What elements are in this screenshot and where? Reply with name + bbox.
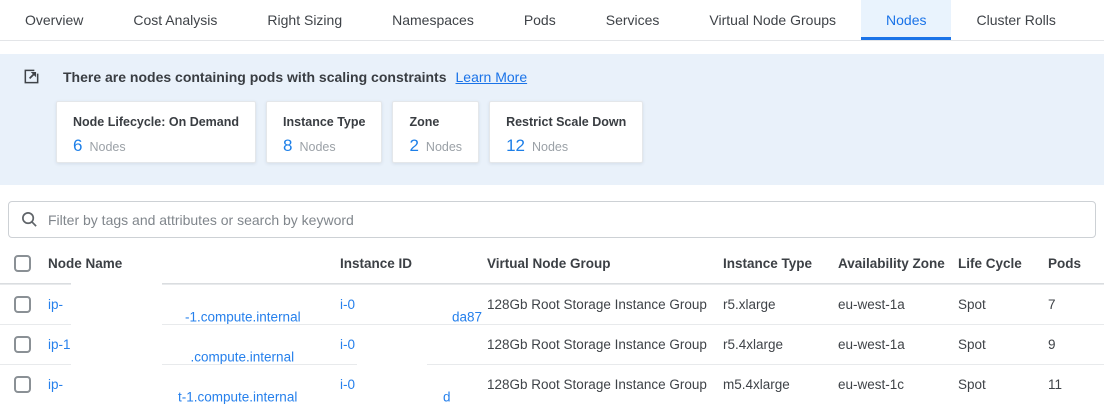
redacted-region — [71, 282, 162, 404]
column-virtual-node-group: Virtual Node Group — [487, 256, 723, 271]
card-title: Restrict Scale Down — [506, 115, 626, 129]
card-unit: Nodes — [89, 140, 125, 154]
tab-log[interactable]: Log — [1081, 0, 1104, 40]
column-pods: Pods — [1048, 256, 1104, 271]
availability-zone-cell: eu-west-1c — [838, 377, 958, 392]
table-row: ip- -1.compute.internal i-0 da87 128Gb R… — [0, 284, 1104, 324]
table-row: ip- t-1.compute.internal i-0 d 128Gb Roo… — [0, 364, 1104, 404]
card-title: Node Lifecycle: On Demand — [73, 115, 239, 129]
column-life-cycle: Life Cycle — [958, 256, 1048, 271]
card-unit: Nodes — [532, 140, 568, 154]
node-name-link[interactable]: ip-1 — [48, 337, 71, 352]
redacted-region — [357, 329, 427, 404]
instance-id-link[interactable]: i-0 — [340, 377, 355, 392]
constraint-cards: Node Lifecycle: On Demand 6 Nodes Instan… — [56, 101, 1104, 163]
virtual-node-group-cell: 128Gb Root Storage Instance Group — [487, 337, 723, 352]
tab-cost-analysis[interactable]: Cost Analysis — [108, 0, 242, 40]
card-instance-type[interactable]: Instance Type 8 Nodes — [266, 101, 382, 163]
column-availability-zone: Availability Zone — [838, 256, 958, 271]
life-cycle-cell: Spot — [958, 377, 1048, 392]
tab-services[interactable]: Services — [581, 0, 685, 40]
table-row: ip-1 .compute.internal i-0 128Gb Root St… — [0, 324, 1104, 364]
virtual-node-group-cell: 128Gb Root Storage Instance Group — [487, 377, 723, 392]
card-count: 6 — [73, 136, 82, 156]
life-cycle-cell: Spot — [958, 337, 1048, 352]
instance-type-cell: r5.4xlarge — [723, 337, 838, 352]
card-zone[interactable]: Zone 2 Nodes — [392, 101, 479, 163]
search-bar[interactable] — [8, 201, 1096, 238]
instance-id-link[interactable]: da87 — [452, 309, 482, 324]
instance-type-cell: m5.4xlarge — [723, 377, 838, 392]
row-checkbox[interactable] — [14, 336, 31, 353]
banner-message: There are nodes containing pods with sca… — [63, 69, 447, 85]
card-node-lifecycle[interactable]: Node Lifecycle: On Demand 6 Nodes — [56, 101, 256, 163]
instance-id-link[interactable]: i-0 — [340, 297, 355, 312]
learn-more-link[interactable]: Learn More — [456, 69, 528, 85]
column-node-name: Node Name — [48, 244, 340, 283]
scale-up-icon — [22, 67, 41, 86]
node-name-link[interactable]: ip- — [48, 377, 63, 392]
availability-zone-cell: eu-west-1a — [838, 297, 958, 312]
pods-cell: 7 — [1048, 297, 1104, 312]
tab-pods[interactable]: Pods — [499, 0, 581, 40]
node-name-link[interactable]: .compute.internal — [191, 349, 295, 364]
row-checkbox[interactable] — [14, 296, 31, 313]
virtual-node-group-cell: 128Gb Root Storage Instance Group — [487, 297, 723, 312]
card-unit: Nodes — [299, 140, 335, 154]
card-title: Zone — [409, 115, 462, 129]
column-instance-type: Instance Type — [723, 256, 838, 271]
table-header: Node Name Instance ID Virtual Node Group… — [0, 244, 1104, 284]
tab-right-sizing[interactable]: Right Sizing — [242, 0, 367, 40]
instance-type-cell: r5.xlarge — [723, 297, 838, 312]
tab-overview[interactable]: Overview — [0, 0, 108, 40]
pods-cell: 9 — [1048, 337, 1104, 352]
scaling-constraints-banner: There are nodes containing pods with sca… — [0, 54, 1104, 185]
tab-virtual-node-groups[interactable]: Virtual Node Groups — [684, 0, 861, 40]
select-all-checkbox[interactable] — [14, 255, 31, 272]
search-icon — [21, 211, 38, 228]
card-count: 2 — [409, 136, 418, 156]
tab-namespaces[interactable]: Namespaces — [367, 0, 499, 40]
tab-cluster-rolls[interactable]: Cluster Rolls — [951, 0, 1080, 40]
node-name-link[interactable]: t-1.compute.internal — [178, 389, 297, 404]
card-title: Instance Type — [283, 115, 365, 129]
search-input[interactable] — [48, 212, 1083, 228]
nodes-table: Node Name Instance ID Virtual Node Group… — [0, 244, 1104, 404]
tab-nodes[interactable]: Nodes — [861, 0, 951, 40]
card-unit: Nodes — [426, 140, 462, 154]
availability-zone-cell: eu-west-1a — [838, 337, 958, 352]
node-name-link[interactable]: -1.compute.internal — [185, 309, 301, 324]
life-cycle-cell: Spot — [958, 297, 1048, 312]
column-instance-id: Instance ID — [340, 244, 487, 283]
instance-id-link[interactable]: d — [443, 389, 451, 404]
card-count: 12 — [506, 136, 525, 156]
card-count: 8 — [283, 136, 292, 156]
row-checkbox[interactable] — [14, 376, 31, 393]
instance-id-link[interactable]: i-0 — [340, 337, 355, 352]
pods-cell: 11 — [1048, 377, 1104, 392]
card-restrict-scale-down[interactable]: Restrict Scale Down 12 Nodes — [489, 101, 643, 163]
tab-bar: Overview Cost Analysis Right Sizing Name… — [0, 0, 1104, 41]
node-name-link[interactable]: ip- — [48, 297, 63, 312]
